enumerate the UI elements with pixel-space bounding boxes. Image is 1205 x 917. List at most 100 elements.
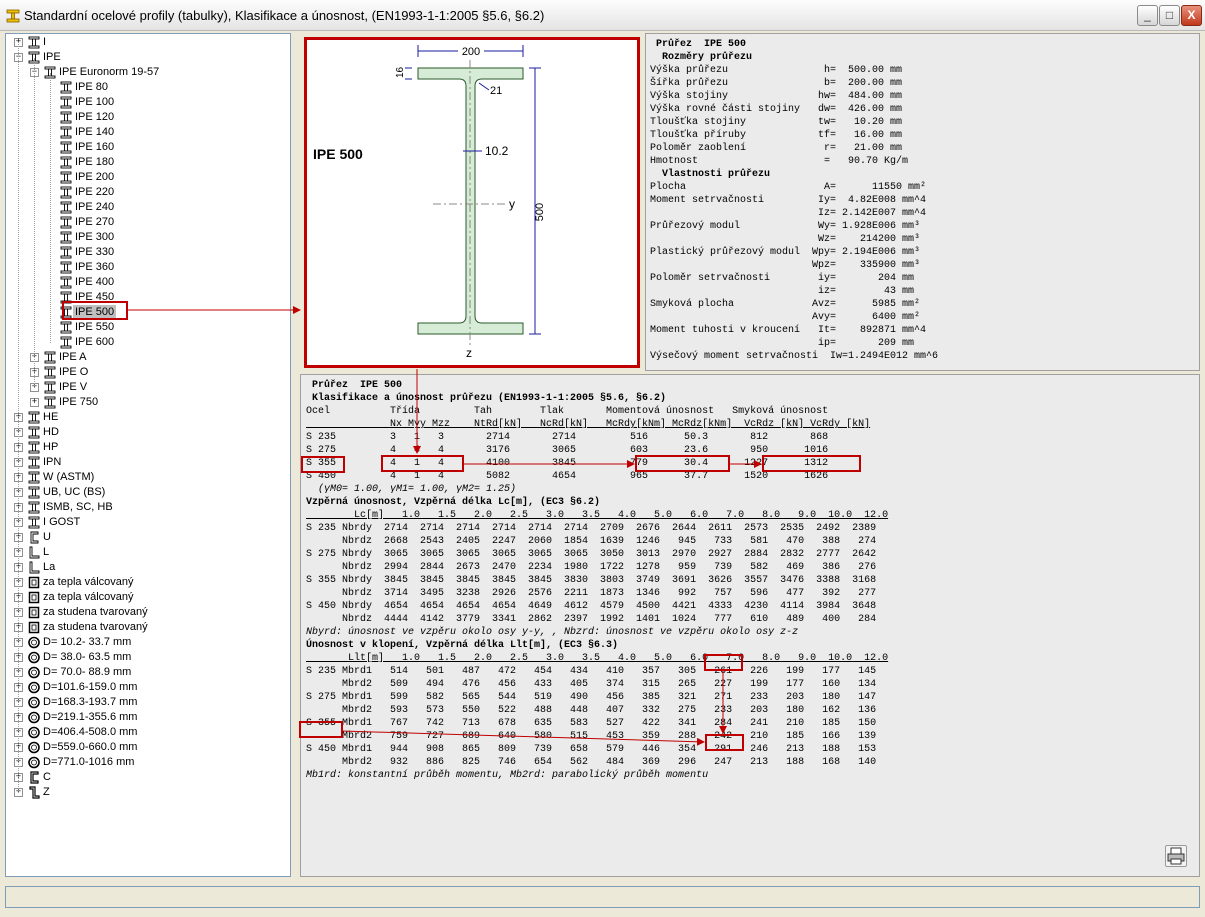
tree-item-profile[interactable]: IPE 600: [6, 335, 286, 350]
tree-item-profile[interactable]: IPE 240: [6, 200, 286, 215]
application-window: Standardní ocelové profily (tabulky), Kl…: [0, 0, 1205, 917]
tree-item-profile[interactable]: IPE 180: [6, 155, 286, 170]
tree-item-profile[interactable]: IPE 330: [6, 245, 286, 260]
tree-group[interactable]: + UB, UC (BS): [6, 485, 286, 500]
text-line: S 235 Nbrdy 2714 2714 2714 2714 2714 271…: [306, 523, 877, 534]
tree-item-label: IPE A: [59, 351, 87, 363]
tree-group[interactable]: + HP: [6, 440, 286, 455]
tree-item-label: HE: [43, 411, 59, 423]
tree-item-profile[interactable]: IPE 450: [6, 290, 286, 305]
tree-group-ipe-sub[interactable]: + IPE A: [6, 350, 286, 365]
tree-group[interactable]: + Z: [6, 785, 286, 800]
tree-group[interactable]: + D=168.3-193.7 mm: [6, 695, 286, 710]
tree-group[interactable]: + L: [6, 545, 286, 560]
text-line: Průřezový modul Wy= 1.928E006 mm³: [650, 221, 921, 232]
tree-group[interactable]: + HE: [6, 410, 286, 425]
text-line: Hmotnost = 90.70 Kg/m: [650, 156, 909, 167]
profile-tree[interactable]: + I − IPE − IPE Euronorm 19-57 IPE 80 IPE 100 IP…: [5, 33, 291, 877]
text-line: Nx Myy Mzz NtRd[kN] NcRd[kN] McRdy[kNm] …: [306, 419, 871, 430]
height-dimension-label: 500: [534, 203, 546, 221]
text-line: Mbrd2 759 727 689 640 580 515 453 359 28…: [306, 731, 877, 742]
tree-group[interactable]: + za tepla válcovaný: [6, 575, 286, 590]
i-beam-icon: [60, 231, 72, 244]
tree-group[interactable]: + D=406.4-508.0 mm: [6, 725, 286, 740]
tree-item-profile[interactable]: IPE 160: [6, 140, 286, 155]
tree-group-ipe-sub[interactable]: + IPE V: [6, 380, 286, 395]
text-line: Poloměr zaoblení r= 21.00 mm: [650, 143, 903, 154]
radius-leader: [478, 82, 490, 91]
tree-group-i[interactable]: + I: [6, 35, 286, 50]
text-line: Průřez IPE 500: [306, 380, 403, 391]
tree-item-label: D= 70.0- 88.9 mm: [43, 666, 132, 678]
i-beam-icon: [44, 351, 56, 364]
tree-group-ipe-sub[interactable]: + IPE O: [6, 365, 286, 380]
tree-item-profile[interactable]: IPE 120: [6, 110, 286, 125]
tree-group[interactable]: + D=559.0-660.0 mm: [6, 740, 286, 755]
text-line: Avy= 6400 mm²: [650, 312, 921, 323]
maximize-button[interactable]: □: [1159, 5, 1180, 26]
tree-group[interactable]: + D= 70.0- 88.9 mm: [6, 665, 286, 680]
i-beam-icon: [60, 81, 72, 94]
tree-item-profile[interactable]: IPE 400: [6, 275, 286, 290]
circular-tube-icon: [28, 741, 40, 754]
circular-tube-icon: [28, 681, 40, 694]
tree-item-profile[interactable]: IPE 360: [6, 260, 286, 275]
tree-group[interactable]: + D= 38.0- 63.5 mm: [6, 650, 286, 665]
section-drawing: IPE 500 200 16 y z 21 10.2 500: [304, 37, 640, 368]
tree-group[interactable]: + La: [6, 560, 286, 575]
width-dimension-label: 200: [462, 46, 480, 58]
tree-group[interactable]: + za studena tvarovaný: [6, 605, 286, 620]
tree-group[interactable]: + D=771.0-1016 mm: [6, 755, 286, 770]
text-line: Šířka průřezu b= 200.00 mm: [650, 78, 903, 89]
tree-group[interactable]: + D= 10.2- 33.7 mm: [6, 635, 286, 650]
tree-group[interactable]: + C: [6, 770, 286, 785]
close-button[interactable]: X: [1181, 5, 1202, 26]
angle-icon: [28, 561, 40, 574]
tree-group[interactable]: + U: [6, 530, 286, 545]
tree-item-profile[interactable]: IPE 80: [6, 80, 286, 95]
tree-group-ipe[interactable]: − IPE: [6, 50, 286, 65]
circular-tube-icon: [28, 756, 40, 769]
tree-group[interactable]: + HD: [6, 425, 286, 440]
text-line: Llt[m] 1.0 1.5 2.0 2.5 3.0 3.5 4.0 5.0 6…: [306, 653, 889, 664]
tree-connector-line: [34, 58, 35, 388]
tree-item-label: UB, UC (BS): [43, 486, 106, 498]
i-beam-icon: [60, 216, 72, 229]
text-line: Tloušťka příruby tf= 16.00 mm: [650, 130, 903, 141]
tree-item-profile[interactable]: IPE 100: [6, 95, 286, 110]
tree-group[interactable]: + za tepla válcovaný: [6, 590, 286, 605]
tree-item-profile[interactable]: IPE 140: [6, 125, 286, 140]
tree-item-selected[interactable]: IPE 500: [6, 305, 286, 320]
tree-group[interactable]: + W (ASTM): [6, 470, 286, 485]
i-beam-icon: [60, 246, 72, 259]
web-thickness-label: 10.2: [485, 144, 509, 158]
splitter[interactable]: [292, 33, 298, 877]
tree-item-profile[interactable]: IPE 220: [6, 185, 286, 200]
tree-group-ipe-sub[interactable]: + IPE 750: [6, 395, 286, 410]
tree-item-profile[interactable]: IPE 200: [6, 170, 286, 185]
tree-group[interactable]: + I GOST: [6, 515, 286, 530]
tree-item-profile[interactable]: IPE 550: [6, 320, 286, 335]
tree-group[interactable]: + za studena tvarovaný: [6, 620, 286, 635]
i-beam-icon: [44, 381, 56, 394]
i-beam-icon: [60, 336, 72, 349]
rect-tube-icon: [28, 621, 40, 634]
print-button[interactable]: [1165, 845, 1187, 867]
tree-item-profile[interactable]: IPE 300: [6, 230, 286, 245]
tree-group-ipe-euronorm[interactable]: − IPE Euronorm 19-57: [6, 65, 286, 80]
minimize-button[interactable]: _: [1137, 5, 1158, 26]
text-line: ip= 209 mm: [650, 338, 915, 349]
expand-toggle[interactable]: +: [30, 398, 39, 407]
tree-group[interactable]: + IPN: [6, 455, 286, 470]
tree-item-label: IPE 360: [75, 261, 115, 273]
tree-item-label: IPE: [43, 51, 61, 63]
text-line: Mbrd2 932 886 825 746 654 562 484 369 29…: [306, 757, 877, 768]
tree-item-label: La: [43, 561, 56, 573]
tree-item-label: IPE 160: [75, 141, 115, 153]
text-line: S 355 4 1 4 4100 3845 779 30.4 1227 1312: [306, 458, 829, 469]
tree-group[interactable]: + D=219.1-355.6 mm: [6, 710, 286, 725]
tree-item-profile[interactable]: IPE 270: [6, 215, 286, 230]
text-line: Iz= 2.142E007 mm^4: [650, 208, 927, 219]
tree-group[interactable]: + D=101.6-159.0 mm: [6, 680, 286, 695]
tree-group[interactable]: + ISMB, SC, HB: [6, 500, 286, 515]
